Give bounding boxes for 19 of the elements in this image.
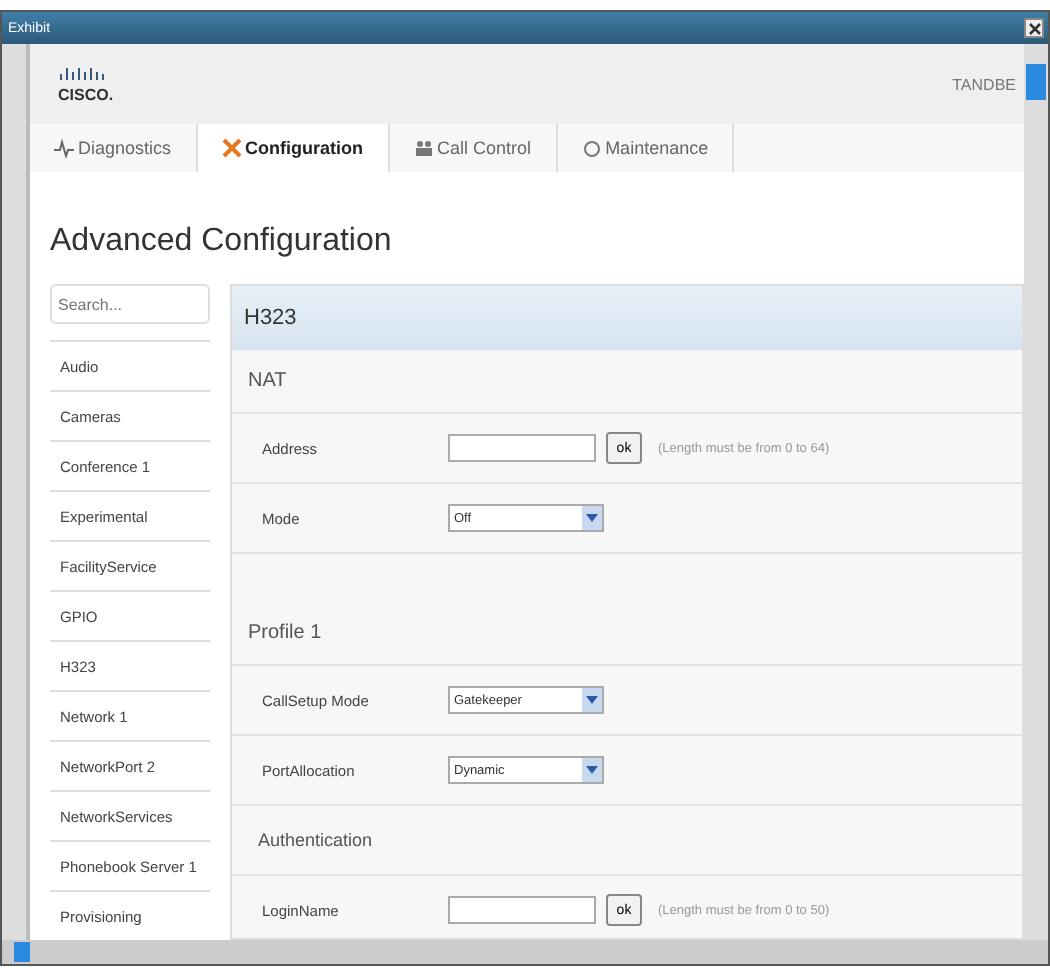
pulse-icon xyxy=(54,138,74,158)
logo-bars-icon xyxy=(58,65,110,81)
page-title: Advanced Configuration xyxy=(50,224,394,260)
subsection-title: Authentication xyxy=(258,830,373,850)
nav-tab[interactable]: Configuration xyxy=(197,124,390,172)
horizontal-scrollbar[interactable] xyxy=(2,940,1048,964)
section-title: Profile 1 xyxy=(232,554,1022,666)
text-field[interactable] xyxy=(448,434,596,462)
search-field[interactable]: Search... xyxy=(50,284,210,324)
close-icon xyxy=(1027,21,1041,35)
section-title: NAT xyxy=(232,350,1022,414)
tools-icon xyxy=(221,138,242,158)
power-icon xyxy=(581,138,602,158)
people-icon xyxy=(413,138,434,158)
device-name: TANDBE xyxy=(952,75,1016,93)
close-button[interactable] xyxy=(1024,18,1044,38)
logo-text: CISCO. xyxy=(58,85,114,103)
text-field[interactable] xyxy=(448,896,596,924)
panel-title: H323 xyxy=(232,286,1022,350)
